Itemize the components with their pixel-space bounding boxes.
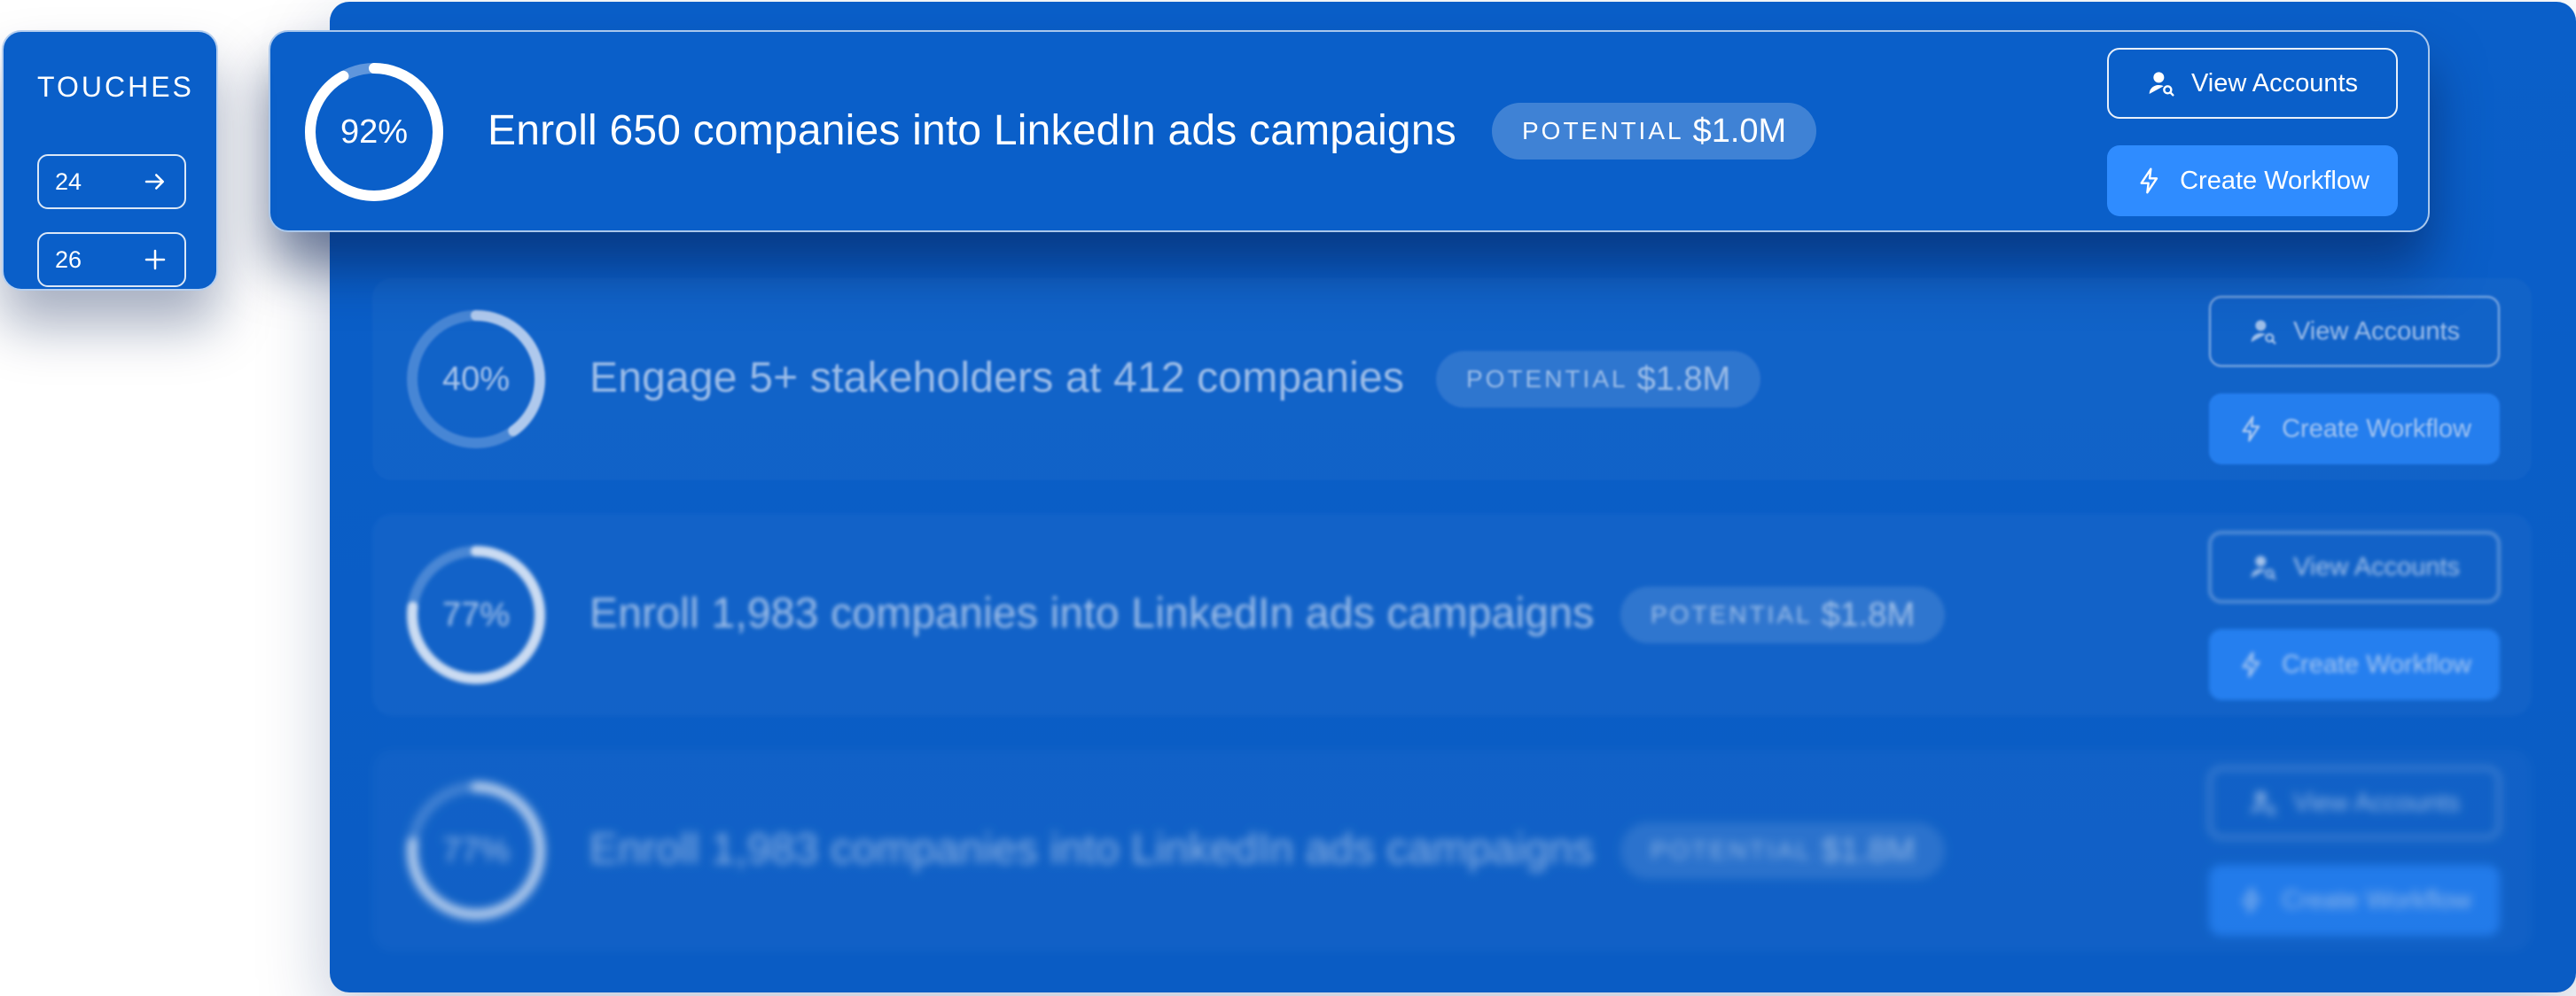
plus-icon xyxy=(142,246,168,273)
view-accounts-label: View Accounts xyxy=(2292,788,2461,817)
lightning-icon xyxy=(2135,167,2164,195)
goal-title: Enroll 650 companies into LinkedIn ads c… xyxy=(488,107,1456,154)
potential-label: POTENTIAL xyxy=(1522,117,1684,144)
create-workflow-label: Create Workflow xyxy=(2282,885,2471,914)
goals-widget: TOUCHES 24 26 92% Enroll 650 companies i… xyxy=(0,0,2576,996)
touches-value: 26 xyxy=(55,245,82,273)
potential-badge: POTENTIAL $1.8M xyxy=(1620,822,1946,879)
lightning-icon xyxy=(2237,650,2266,679)
potential-label: POTENTIAL xyxy=(1651,836,1813,864)
view-accounts-button[interactable]: View Accounts xyxy=(2209,296,2500,367)
view-accounts-label: View Accounts xyxy=(2292,316,2461,346)
potential-amount: $1.0M xyxy=(1692,112,1787,150)
user-search-icon xyxy=(2249,553,2277,581)
touches-pill-arrow[interactable]: 24 xyxy=(37,154,186,209)
progress-percent: 77% xyxy=(441,831,511,869)
potential-amount: $1.8M xyxy=(1636,360,1731,398)
view-accounts-button[interactable]: View Accounts xyxy=(2107,48,2398,119)
goal-title: Engage 5+ stakeholders at 412 companies xyxy=(589,354,1405,401)
potential-badge: POTENTIAL $1.0M xyxy=(1492,103,1817,160)
user-search-icon xyxy=(2249,317,2277,346)
create-workflow-button[interactable]: Create Workflow xyxy=(2209,393,2500,464)
potential-amount: $1.8M xyxy=(1821,831,1916,869)
create-workflow-button[interactable]: Create Workflow xyxy=(2209,865,2500,936)
goal-row: 40% Engage 5+ stakeholders at 412 compan… xyxy=(372,278,2532,480)
lightning-icon xyxy=(2237,415,2266,443)
view-accounts-label: View Accounts xyxy=(2190,68,2359,97)
goal-row-active: 92% Enroll 650 companies into LinkedIn a… xyxy=(269,30,2430,232)
potential-amount: $1.8M xyxy=(1821,595,1916,634)
view-accounts-button[interactable]: View Accounts xyxy=(2209,532,2500,603)
potential-label: POTENTIAL xyxy=(1651,601,1813,628)
create-workflow-label: Create Workflow xyxy=(2282,650,2471,679)
touches-pill-plus[interactable]: 26 xyxy=(37,232,186,287)
goal-title: Enroll 1,983 companies into LinkedIn ads… xyxy=(589,590,1595,637)
touches-card: TOUCHES 24 26 xyxy=(2,30,218,291)
touches-heading: TOUCHES xyxy=(37,71,194,103)
goal-title: Enroll 1,983 companies into LinkedIn ads… xyxy=(589,826,1595,873)
potential-badge: POTENTIAL $1.8M xyxy=(1436,351,1761,408)
progress-ring: 77% xyxy=(404,779,548,922)
arrow-right-icon xyxy=(142,168,168,195)
view-accounts-label: View Accounts xyxy=(2292,552,2461,581)
view-accounts-button[interactable]: View Accounts xyxy=(2209,767,2500,838)
progress-ring: 77% xyxy=(404,543,548,687)
progress-percent: 77% xyxy=(441,595,511,634)
progress-ring: 40% xyxy=(404,307,548,451)
goal-row: 77% Enroll 1,983 companies into LinkedIn… xyxy=(372,750,2532,952)
progress-percent: 40% xyxy=(441,360,511,398)
touches-value: 24 xyxy=(55,167,82,195)
create-workflow-button[interactable]: Create Workflow xyxy=(2107,145,2398,216)
user-search-icon xyxy=(2249,789,2277,817)
create-workflow-label: Create Workflow xyxy=(2282,414,2471,443)
progress-percent: 92% xyxy=(340,113,409,151)
user-search-icon xyxy=(2147,69,2175,97)
lightning-icon xyxy=(2237,886,2266,914)
progress-ring: 92% xyxy=(302,60,446,204)
create-workflow-button[interactable]: Create Workflow xyxy=(2209,629,2500,700)
create-workflow-label: Create Workflow xyxy=(2180,166,2369,195)
potential-label: POTENTIAL xyxy=(1466,365,1628,393)
potential-badge: POTENTIAL $1.8M xyxy=(1620,587,1946,643)
goal-row: 77% Enroll 1,983 companies into LinkedIn… xyxy=(372,514,2532,716)
